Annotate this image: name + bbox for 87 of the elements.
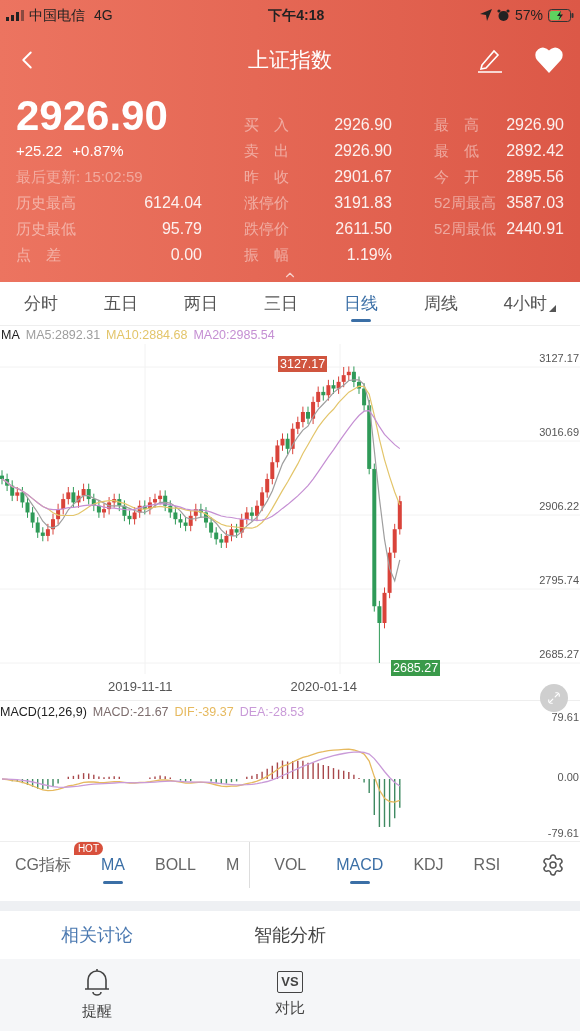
stat-value: 2926.90 — [506, 115, 564, 135]
stat-label: 跌停价 — [244, 218, 289, 239]
macd-legend-value: DIF:-39.37 — [174, 703, 234, 721]
toolbar-button[interactable]: 提醒 — [0, 967, 194, 1023]
carrier-name: 中国电信 — [29, 5, 85, 25]
section-tab[interactable]: 智能分析 — [193, 921, 387, 949]
period-tab[interactable]: 日线 — [343, 281, 378, 326]
price-change-percent: +0.87% — [72, 140, 124, 161]
period-tab[interactable]: 分时 — [24, 281, 58, 326]
ma-legend-value: MA5:2892.31 — [25, 326, 101, 344]
hot-badge: HOT — [73, 841, 103, 855]
dropdown-triangle-icon — [549, 304, 556, 312]
indicator-tab[interactable]: MACD — [336, 841, 384, 888]
ma-legend-title: MA — [1, 326, 20, 344]
stat-value: 2926.90 — [334, 115, 392, 135]
settings-icon[interactable] — [541, 852, 565, 877]
stat-value: 2926.90 — [334, 141, 392, 161]
indicator-tab[interactable]: RSI — [473, 841, 501, 888]
battery-percent: 57% — [514, 5, 543, 25]
price-change: +25.22 — [16, 140, 63, 161]
stat-label: 52周最高 — [434, 192, 496, 213]
signal-icon — [6, 9, 24, 21]
date-axis-label: 2020-01-14 — [290, 678, 358, 697]
bell-icon — [83, 967, 110, 996]
indicator-tab[interactable]: MA — [101, 841, 125, 888]
clock-time: 下午4:18 — [268, 5, 325, 25]
location-arrow-icon — [479, 9, 492, 21]
stat-label: 最 高 — [434, 114, 479, 135]
price-axis-label: 3127.17 — [539, 352, 579, 365]
current-price: 2926.90 — [16, 94, 168, 138]
ma-legend-value: MA20:2985.54 — [193, 326, 275, 344]
period-tab[interactable]: 周线 — [423, 281, 458, 326]
ma-legend-value: MA10:2884.68 — [106, 326, 188, 344]
price-axis-label: 2906.22 — [539, 500, 579, 513]
max-price-tag: 3127.17 — [278, 356, 328, 372]
stat-label: 最 低 — [434, 140, 479, 161]
stat-label: 52周最低 — [434, 218, 496, 239]
macd-axis-label: 79.61 — [551, 711, 579, 724]
min-price-tag: 2685.27 — [391, 660, 441, 676]
indicator-tab[interactable]: BOLL — [155, 841, 196, 888]
stat-value: 0.00 — [170, 245, 202, 265]
network-type: 4G — [94, 5, 113, 25]
stat-value: 3587.03 — [506, 193, 564, 213]
macd-axis-label: -79.61 — [547, 827, 579, 840]
period-tab[interactable]: 五日 — [103, 281, 138, 326]
stat-label: 卖 出 — [244, 140, 289, 161]
stat-label: 昨 收 — [244, 166, 289, 187]
period-tab[interactable]: 三日 — [263, 281, 298, 326]
price-axis-label: 2795.74 — [539, 574, 579, 587]
stat-value: 1.19% — [346, 245, 392, 265]
update-time: 15:02:59 — [84, 166, 143, 187]
stat-value: 2611.50 — [335, 219, 392, 239]
macd-legend-value: DEA:-28.53 — [239, 703, 305, 721]
versus-icon: VS — [277, 970, 303, 993]
date-axis-label: 2019-11-11 — [108, 678, 173, 697]
indicator-tab[interactable]: M — [225, 841, 240, 888]
stat-label: 历史最高 — [16, 192, 76, 213]
stat-label: 涨停价 — [244, 192, 289, 213]
stat-label: 今 开 — [434, 166, 479, 187]
stat-value: 2440.91 — [506, 219, 564, 239]
price-axis-label: 3016.69 — [539, 426, 579, 439]
macd-axis-label: 0.00 — [557, 771, 579, 784]
price-axis-label: 2685.27 — [539, 648, 579, 661]
update-label: 最后更新: — [16, 166, 81, 187]
stat-value: 2895.56 — [506, 167, 564, 187]
page-title: 上证指数 — [248, 47, 332, 74]
period-tab[interactable]: 4小时 — [503, 281, 556, 326]
battery-icon — [548, 8, 574, 22]
alarm-clock-icon — [496, 8, 510, 22]
macd-legend-value: MACD:-21.67 — [92, 703, 169, 721]
stat-value: 3191.83 — [334, 193, 392, 213]
stat-value: 95.79 — [161, 219, 202, 239]
toolbar-button[interactable]: VS 对比 — [193, 970, 387, 1020]
edit-pencil-icon[interactable] — [476, 47, 504, 73]
stat-label: 历史最低 — [16, 218, 76, 239]
stat-label: 振 幅 — [244, 244, 289, 265]
stat-value: 6124.04 — [144, 193, 202, 213]
indicator-tab[interactable]: VOL — [274, 841, 307, 888]
macd-legend-title: MACD(12,26,9) — [0, 703, 87, 721]
stat-label: 点 差 — [16, 244, 61, 265]
section-tab[interactable]: 相关讨论 — [0, 921, 194, 949]
heart-icon[interactable] — [534, 47, 564, 73]
indicator-tab[interactable]: KDJ — [413, 841, 444, 888]
stat-label: 买 入 — [244, 114, 289, 135]
period-tab[interactable]: 两日 — [183, 281, 218, 326]
stat-value: 2901.67 — [334, 167, 392, 187]
stat-value: 2892.42 — [506, 141, 564, 161]
